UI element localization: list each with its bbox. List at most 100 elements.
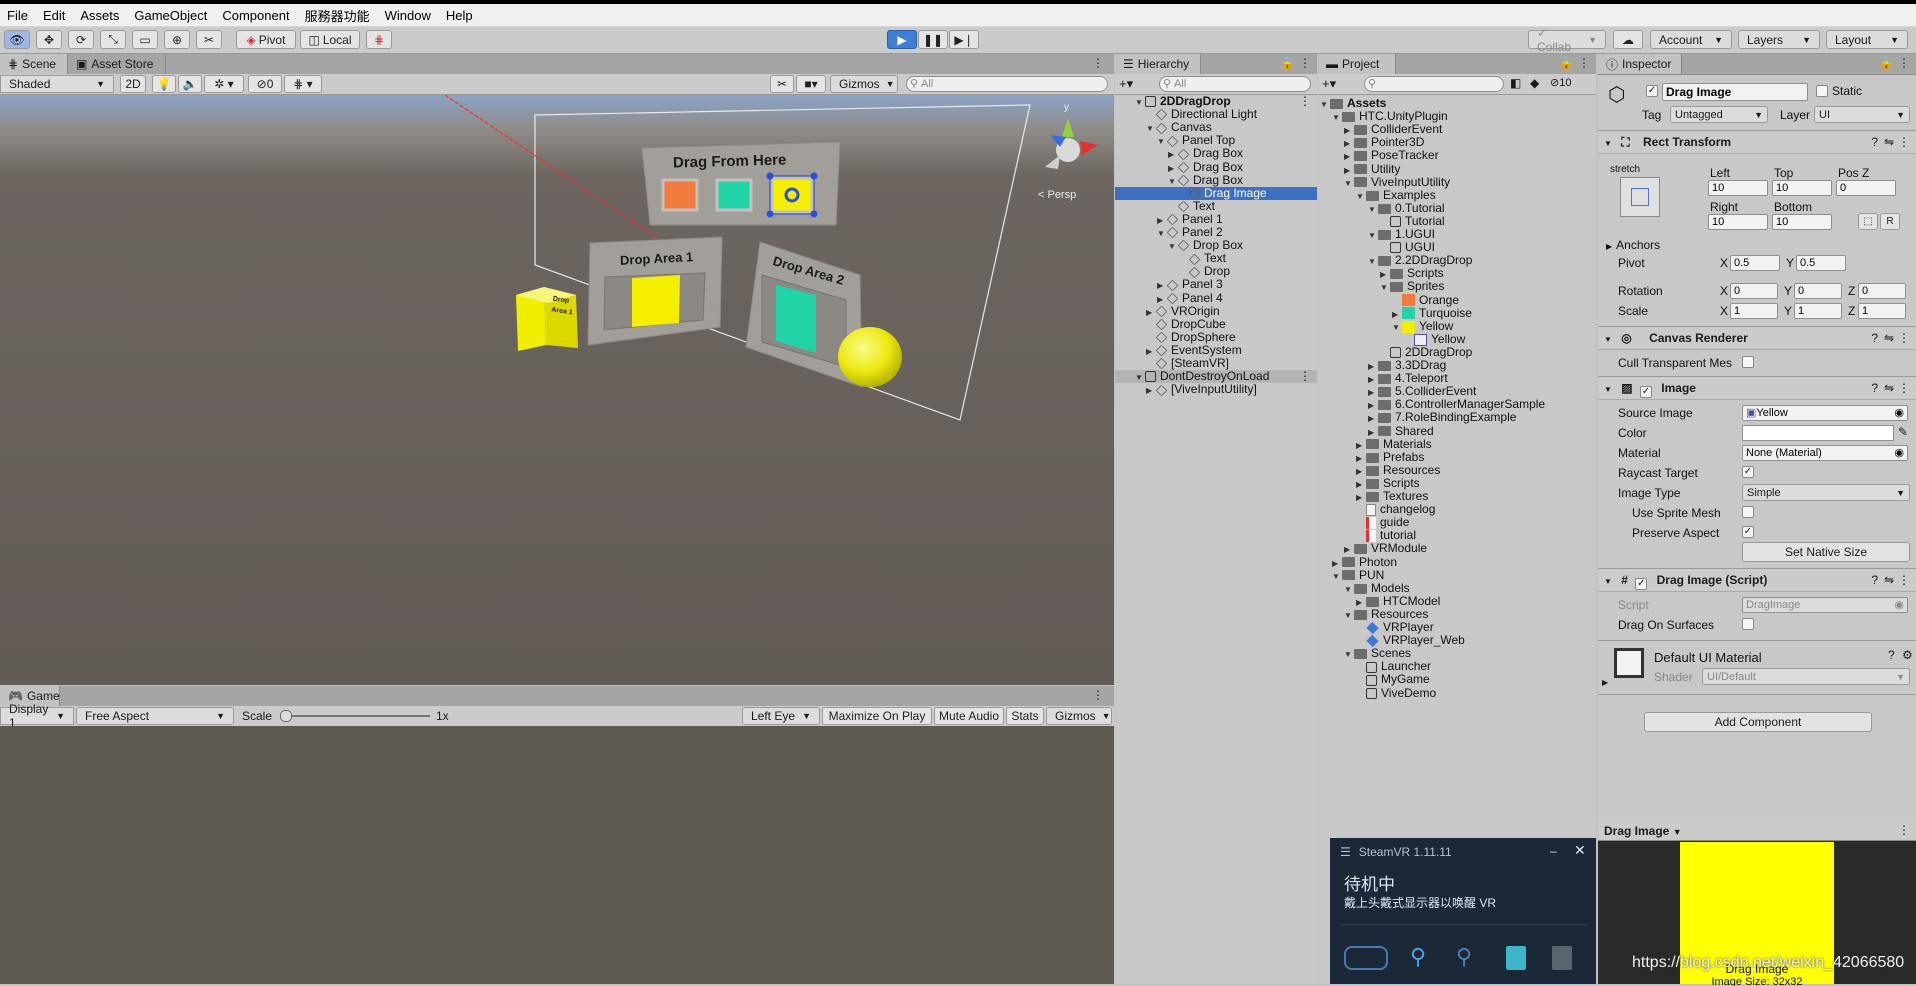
preset-icon[interactable]: ⇋: [1884, 327, 1894, 349]
tree-row[interactable]: ▶ [ViveInputUtility]: [1115, 383, 1317, 396]
menu-item[interactable]: GameObject: [127, 8, 215, 23]
tree-row[interactable]: ▶ Textures: [1318, 489, 1596, 503]
audio-toggle-button[interactable]: 🔈: [178, 75, 202, 93]
persp-label[interactable]: < Persp: [1038, 189, 1076, 201]
tree-row[interactable]: ▼ Examples: [1318, 188, 1596, 202]
image-enabled-checkbox[interactable]: ✓: [1639, 386, 1652, 398]
tools-settings-button[interactable]: ✂: [770, 75, 794, 93]
eye-dropdown[interactable]: Left Eye ▼: [742, 707, 820, 725]
game-gizmos-dropdown[interactable]: Gizmos ▼: [1046, 707, 1112, 725]
pivot-toggle-button[interactable]: ◈ Pivot: [236, 30, 296, 49]
drag-on-surfaces-checkbox[interactable]: [1742, 618, 1754, 630]
component-menu-icon[interactable]: ⋮: [1898, 131, 1910, 153]
eyedropper-icon[interactable]: ✎: [1898, 425, 1908, 439]
shading-mode-dropdown[interactable]: Shaded ▼: [0, 75, 114, 93]
scale-z-field[interactable]: 1: [1858, 303, 1906, 319]
rotation-x-field[interactable]: 0: [1730, 283, 1778, 299]
hidden-packages-button[interactable]: ⊘10: [1550, 76, 1571, 89]
lighting-toggle-button[interactable]: 💡: [152, 75, 176, 93]
base-station-c-icon[interactable]: [1552, 946, 1572, 970]
project-search-input[interactable]: ⚲: [1364, 76, 1504, 92]
pivot-x-field[interactable]: 0.5: [1730, 255, 1780, 271]
tree-row[interactable]: ▼ Scenes: [1318, 647, 1596, 660]
tree-row[interactable]: ▶ Materials: [1318, 437, 1596, 451]
tree-row[interactable]: ▼ 0.Tutorial: [1318, 201, 1596, 215]
lock-icon[interactable]: 🔒: [1559, 56, 1574, 70]
gizmos-dropdown[interactable]: Gizmos ▼: [830, 75, 898, 93]
panel-menu-icon[interactable]: ⋮: [1578, 56, 1590, 70]
scale-slider-track[interactable]: [284, 715, 430, 717]
tree-row[interactable]: ▶ HTCModel: [1318, 594, 1596, 608]
tree-row[interactable]: changelog: [1318, 503, 1596, 516]
tree-row[interactable]: ▼ Resources: [1318, 607, 1596, 621]
help-icon[interactable]: ?: [1871, 131, 1878, 153]
tree-row[interactable]: ▶ Prefabs: [1318, 450, 1596, 464]
create-plus-icon[interactable]: +▾: [1322, 76, 1336, 92]
menu-item[interactable]: 服務器功能: [298, 6, 378, 25]
static-checkbox[interactable]: [1816, 85, 1828, 97]
scene-search-input[interactable]: ⚲ All: [906, 76, 1108, 92]
create-plus-icon[interactable]: +▾: [1119, 76, 1133, 92]
posz-field[interactable]: 0: [1836, 180, 1896, 196]
tab-hierarchy[interactable]: ☰ Hierarchy: [1115, 54, 1201, 74]
raw-edit-button[interactable]: R: [1880, 213, 1900, 230]
image-type-dropdown[interactable]: Simple ▼: [1742, 484, 1910, 501]
raycast-target-checkbox[interactable]: ✓: [1742, 466, 1754, 478]
play-button[interactable]: ▶: [887, 30, 917, 49]
rotation-z-field[interactable]: 0: [1858, 283, 1906, 299]
move-tool-button[interactable]: ✥: [36, 30, 62, 49]
tag-dropdown[interactable]: Untagged ▼: [1670, 106, 1768, 123]
cull-transparent-checkbox[interactable]: [1742, 356, 1754, 368]
preserve-aspect-checkbox[interactable]: ✓: [1742, 526, 1754, 538]
tab-inspector[interactable]: ⓘ Inspector: [1598, 54, 1682, 74]
lock-icon[interactable]: 🔒: [1280, 56, 1295, 70]
rotate-tool-button[interactable]: ⟳: [68, 30, 94, 49]
gear-icon[interactable]: ⚙: [1902, 648, 1913, 662]
bottom-field[interactable]: 10: [1772, 214, 1832, 230]
help-icon[interactable]: ?: [1871, 327, 1878, 349]
image-header[interactable]: ▼ ▨ ✓ Image ? ⇋ ⋮: [1598, 376, 1916, 400]
lock-icon[interactable]: 🔒: [1879, 56, 1894, 70]
scene-menu-icon[interactable]: ⋮: [1299, 369, 1311, 383]
grid-toggle-button[interactable]: ⋕ ▾: [284, 75, 322, 93]
maximize-on-play-button[interactable]: Maximize On Play: [822, 707, 932, 725]
camera-settings-button[interactable]: ■▾: [796, 75, 826, 93]
tab-asset-store[interactable]: ▣ Asset Store: [68, 54, 166, 74]
tree-row[interactable]: tutorial: [1318, 529, 1596, 543]
tree-row[interactable]: guide: [1318, 516, 1596, 530]
pivot-y-field[interactable]: 0.5: [1796, 255, 1846, 271]
tree-row[interactable]: 2DDragDrop: [1318, 345, 1596, 359]
local-toggle-button[interactable]: ◫ Local: [300, 30, 360, 49]
tree-row[interactable]: ▶ Pointer3D: [1318, 136, 1596, 149]
headset-icon[interactable]: [1344, 946, 1388, 970]
hidden-objects-button[interactable]: ⊘ 0: [248, 75, 282, 93]
tree-row[interactable]: ▶ Resources: [1318, 463, 1596, 477]
scale-y-field[interactable]: 1: [1794, 303, 1842, 319]
transform-tool-button[interactable]: ⊕: [164, 30, 190, 49]
rect-tool-button[interactable]: ▭: [132, 30, 158, 49]
preset-icon[interactable]: ⇋: [1884, 377, 1894, 399]
tree-row[interactable]: ▶ Turquoise: [1318, 306, 1596, 320]
color-swatch[interactable]: [1742, 425, 1894, 441]
tree-row[interactable]: Drag Image: [1115, 186, 1317, 200]
collab-dropdown[interactable]: ✓ Collab ▼: [1528, 26, 1606, 54]
source-image-field[interactable]: ▣Yellow ◉: [1742, 405, 1908, 421]
preview-title-dropdown[interactable]: Drag Image ▼: [1604, 824, 1682, 838]
tree-row[interactable]: ▼ ViveInputUtility: [1318, 175, 1596, 189]
set-native-size-button[interactable]: Set Native Size: [1742, 542, 1910, 562]
scale-slider-thumb[interactable]: [280, 710, 292, 722]
aspect-dropdown[interactable]: Free Aspect ▼: [76, 707, 234, 725]
tree-row[interactable]: ViveDemo: [1318, 686, 1596, 700]
tree-row[interactable]: VRPlayer_Web: [1318, 634, 1596, 648]
anchors-foldout[interactable]: ▶ Anchors: [1606, 238, 1660, 252]
tab-project[interactable]: ▬ Project: [1318, 54, 1396, 74]
hamburger-icon[interactable]: ☰: [1340, 845, 1351, 859]
panel-menu-icon[interactable]: ⋮: [1898, 823, 1910, 837]
filter-type-icon[interactable]: ◧: [1510, 76, 1521, 90]
component-menu-icon[interactable]: ⋮: [1898, 377, 1910, 399]
tree-row[interactable]: MyGame: [1318, 673, 1596, 686]
active-checkbox[interactable]: ✓: [1646, 85, 1658, 97]
effects-toggle-button[interactable]: ✲ ▾: [204, 75, 244, 93]
tree-row[interactable]: ▼ PUN: [1318, 568, 1596, 582]
foldout-right-icon[interactable]: ▶: [1602, 678, 1608, 687]
